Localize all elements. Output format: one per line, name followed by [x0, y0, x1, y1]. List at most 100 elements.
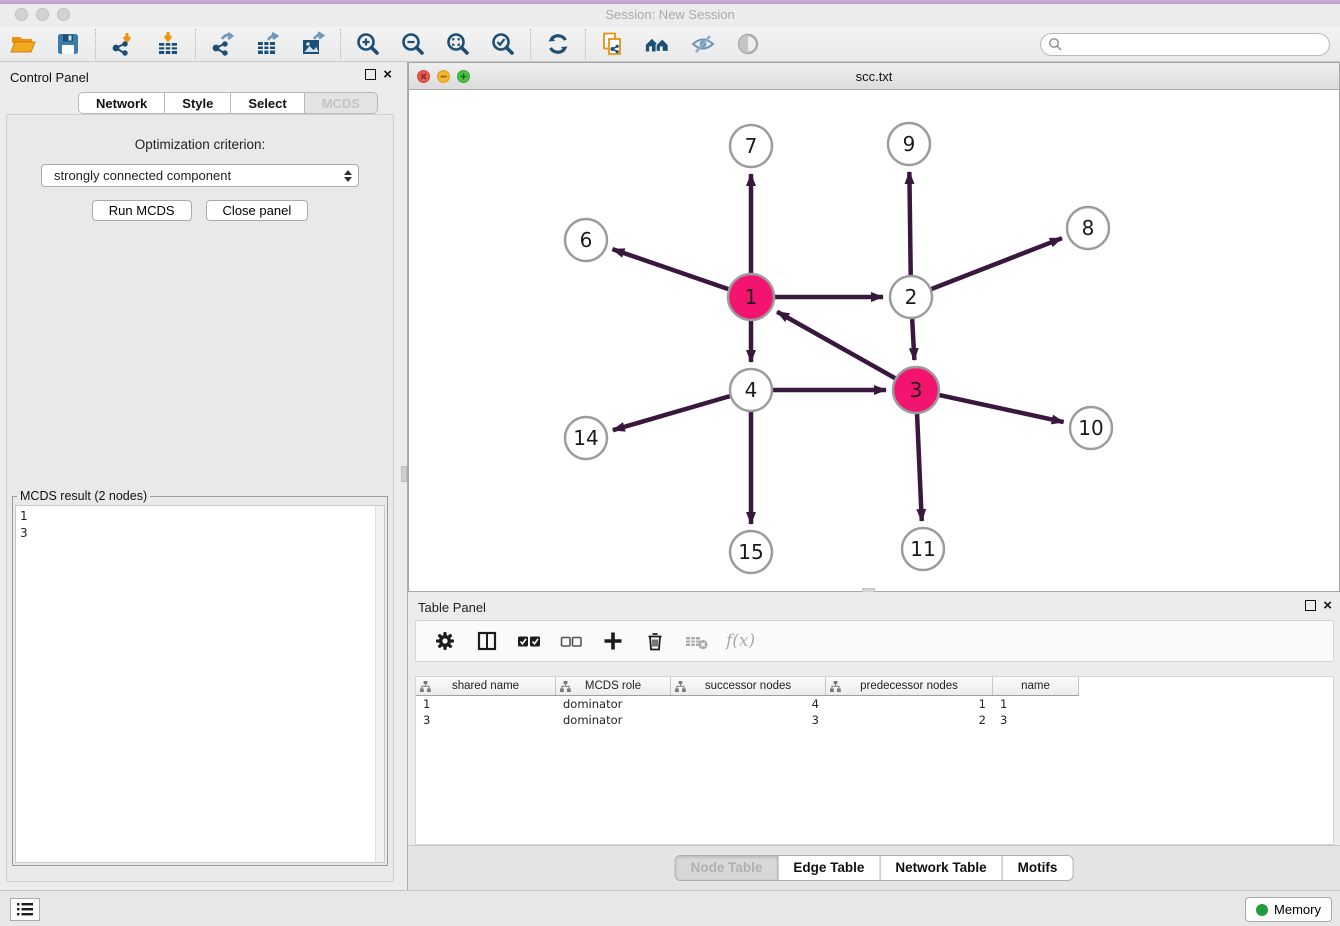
- column-header-shared-name[interactable]: shared name: [416, 677, 556, 695]
- tab-node-table[interactable]: Node Table: [676, 856, 778, 880]
- graph-edge-2-9[interactable]: [909, 172, 910, 275]
- table-row[interactable]: 3 dominator 3 2 3: [416, 712, 1333, 728]
- graph-node-6[interactable]: 6: [565, 219, 607, 261]
- export-network-button[interactable]: [209, 30, 237, 58]
- splitter-grip[interactable]: [401, 466, 407, 482]
- control-panel-title: Control Panel: [10, 70, 89, 85]
- tab-network-table[interactable]: Network Table: [879, 856, 1001, 880]
- graph-node-2[interactable]: 2: [890, 276, 932, 318]
- column-header-predecessor-nodes[interactable]: predecessor nodes: [826, 677, 993, 695]
- memory-status-icon: [1256, 904, 1268, 916]
- graph-node-14[interactable]: 14: [565, 417, 607, 459]
- optimization-criterion-label: Optimization criterion:: [7, 137, 393, 152]
- zoom-selected-icon: [490, 31, 516, 57]
- zoom-fit-button[interactable]: [444, 30, 472, 58]
- zoom-selected-button[interactable]: [489, 30, 517, 58]
- graph-node-11[interactable]: 11: [902, 528, 944, 570]
- column-type-icon: [675, 681, 686, 692]
- tab-motifs[interactable]: Motifs: [1002, 856, 1073, 880]
- graph-node-4[interactable]: 4: [730, 369, 772, 411]
- show-hidden-button[interactable]: [734, 30, 762, 58]
- graph-node-9[interactable]: 9: [888, 123, 930, 165]
- table-toolbar: f(x): [415, 620, 1334, 662]
- graph-edge-3-11[interactable]: [917, 414, 922, 521]
- float-table-panel-icon[interactable]: [1305, 600, 1316, 611]
- checked-boxes-icon: [516, 630, 542, 652]
- graph-edge-2-3[interactable]: [912, 319, 914, 360]
- import-table-button[interactable]: [154, 30, 182, 58]
- hide-selected-button[interactable]: [689, 30, 717, 58]
- criterion-value: strongly connected component: [54, 168, 344, 183]
- float-panel-icon[interactable]: [365, 69, 376, 80]
- create-column-button[interactable]: [600, 628, 626, 654]
- zoom-out-button[interactable]: [399, 30, 427, 58]
- column-header-name[interactable]: name: [993, 677, 1079, 695]
- result-scrollbar[interactable]: [375, 506, 384, 862]
- refresh-layout-button[interactable]: [544, 30, 572, 58]
- deselect-all-rows-button[interactable]: [558, 628, 584, 654]
- graph-node-3[interactable]: 3: [893, 367, 939, 413]
- graph-edge-3-10[interactable]: [939, 395, 1063, 422]
- import-network-button[interactable]: [109, 30, 137, 58]
- tab-style[interactable]: Style: [165, 92, 231, 114]
- main-toolbar: [0, 27, 1340, 62]
- close-table-panel-icon[interactable]: ×: [1323, 600, 1332, 611]
- task-history-button[interactable]: [10, 898, 40, 921]
- network-canvas[interactable]: 1 2 3 4 6 7 8 9 10 11 14 15: [409, 90, 1339, 591]
- graph-node-label: 2: [905, 285, 918, 309]
- control-panel-tabs: Network Style Select MCDS: [0, 90, 400, 114]
- search-input[interactable]: [1063, 36, 1329, 54]
- graph-node-1[interactable]: 1: [728, 274, 774, 320]
- column-type-icon: [830, 681, 841, 692]
- graph-node-10[interactable]: 10: [1070, 407, 1112, 449]
- app-titlebar: Session: New Session: [0, 4, 1340, 27]
- first-neighbors-button[interactable]: [644, 30, 672, 58]
- table-panel-title: Table Panel: [418, 600, 486, 615]
- tab-network[interactable]: Network: [78, 92, 165, 114]
- new-network-from-selection-button[interactable]: [599, 30, 627, 58]
- tab-select[interactable]: Select: [231, 92, 304, 114]
- run-mcds-button[interactable]: Run MCDS: [92, 200, 192, 221]
- graph-edge-2-8[interactable]: [931, 238, 1061, 289]
- import-network-icon: [110, 31, 136, 57]
- zoom-in-button[interactable]: [354, 30, 382, 58]
- network-window-titlebar[interactable]: scc.txt: [409, 63, 1339, 90]
- close-panel-button[interactable]: Close panel: [206, 200, 309, 221]
- select-all-rows-button[interactable]: [516, 628, 542, 654]
- mcds-result-line: 1: [20, 508, 380, 525]
- graph-node-label: 4: [745, 378, 758, 402]
- mcds-result-box[interactable]: 1 3: [15, 505, 385, 863]
- open-session-button[interactable]: [9, 30, 37, 58]
- column-header-mcds-role[interactable]: MCDS role: [556, 677, 671, 695]
- delete-column-button[interactable]: [642, 628, 668, 654]
- criterion-select[interactable]: strongly connected component: [41, 164, 359, 187]
- documents-network-icon: [600, 31, 626, 57]
- graph-node-label: 7: [745, 134, 758, 158]
- delete-table-button[interactable]: [684, 628, 710, 654]
- table-settings-button[interactable]: [432, 628, 458, 654]
- table-row[interactable]: 1 dominator 4 1 1: [416, 696, 1333, 712]
- gear-icon: [434, 630, 456, 652]
- graph-node-15[interactable]: 15: [730, 531, 772, 573]
- graph-node-8[interactable]: 8: [1067, 207, 1109, 249]
- export-table-button[interactable]: [254, 30, 282, 58]
- delete-table-icon: [684, 630, 710, 652]
- panel-splitter[interactable]: [400, 62, 408, 890]
- search-field[interactable]: [1040, 33, 1330, 56]
- graph-edge-3-1[interactable]: [777, 312, 895, 378]
- graph-node-label: 9: [903, 132, 916, 156]
- mcds-panel: Optimization criterion: strongly connect…: [6, 114, 394, 882]
- graph-edge-1-6[interactable]: [612, 249, 728, 289]
- save-session-button[interactable]: [54, 30, 82, 58]
- graph-node-label: 11: [910, 537, 935, 561]
- memory-button[interactable]: Memory: [1245, 897, 1332, 922]
- close-panel-icon[interactable]: ×: [383, 69, 392, 80]
- graph-node-7[interactable]: 7: [730, 125, 772, 167]
- export-image-button[interactable]: [299, 30, 327, 58]
- graph-edge-4-14[interactable]: [613, 396, 730, 430]
- show-columns-button[interactable]: [474, 628, 500, 654]
- column-header-successor-nodes[interactable]: successor nodes: [671, 677, 826, 695]
- function-builder-button[interactable]: f(x): [726, 631, 755, 651]
- tab-edge-table[interactable]: Edge Table: [777, 856, 879, 880]
- tab-mcds[interactable]: MCDS: [305, 92, 378, 114]
